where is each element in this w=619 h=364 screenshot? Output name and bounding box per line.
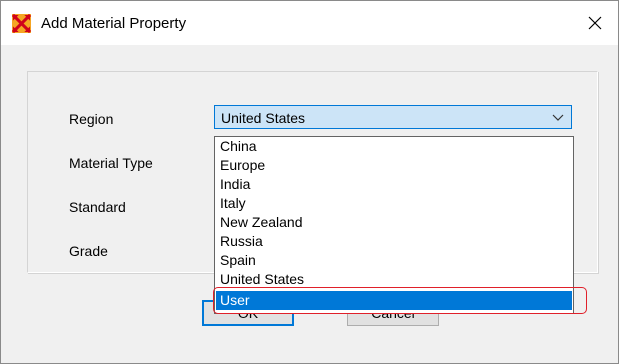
region-option-user[interactable]: User [216, 291, 572, 310]
region-option-united-states[interactable]: United States [216, 270, 572, 289]
grade-label: Grade [69, 243, 108, 259]
window-title: Add Material Property [41, 15, 187, 32]
add-material-property-dialog: Add Material Property Region Material Ty… [0, 0, 619, 364]
region-option-new-zealand[interactable]: New Zealand [216, 213, 572, 232]
app-logo-icon [12, 14, 31, 33]
material-type-label: Material Type [69, 155, 153, 171]
region-select[interactable]: United States [214, 105, 572, 129]
region-option-spain[interactable]: Spain [216, 251, 572, 270]
chevron-down-icon [552, 114, 564, 121]
region-dropdown-list: China Europe India Italy New Zealand Rus… [214, 136, 574, 314]
close-icon [588, 16, 602, 30]
region-option-china[interactable]: China [216, 137, 572, 156]
standard-label: Standard [69, 199, 126, 215]
region-option-india[interactable]: India [216, 175, 572, 194]
close-button[interactable] [572, 1, 618, 45]
region-option-italy[interactable]: Italy [216, 194, 572, 213]
region-label: Region [69, 111, 114, 127]
title-bar: Add Material Property [1, 1, 618, 45]
region-select-value: United States [221, 110, 306, 126]
region-option-russia[interactable]: Russia [216, 232, 572, 251]
region-option-europe[interactable]: Europe [216, 156, 572, 175]
